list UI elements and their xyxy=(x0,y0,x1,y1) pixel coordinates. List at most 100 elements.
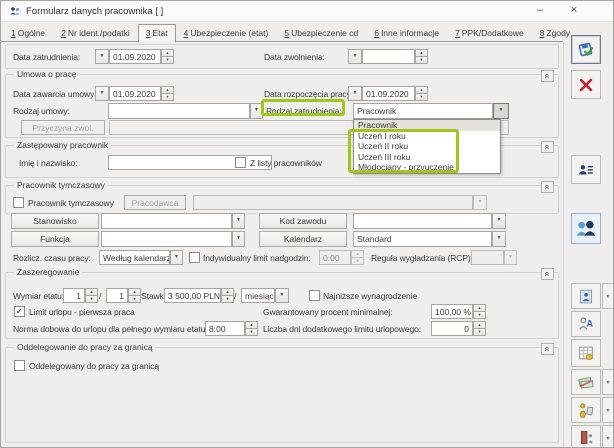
dropdown-option[interactable]: Uczeń II roku xyxy=(354,141,500,152)
money-button[interactable] xyxy=(571,369,601,395)
data-zawarcia-input[interactable]: 01.09.2020 xyxy=(109,86,161,101)
exit-door-icon xyxy=(578,429,595,446)
kod-zawodu-dropdown-button[interactable] xyxy=(492,213,506,229)
wymiar-mianownik-input[interactable]: 1 xyxy=(106,288,128,303)
gwarantowany-procent-label: Gwarantowany procent minimalnej: xyxy=(263,307,393,317)
calendar-grid-button[interactable] xyxy=(571,339,601,367)
data-zatrudnienia-spinner[interactable] xyxy=(161,49,174,64)
kalendarz-combo-input[interactable]: Standard xyxy=(353,231,492,247)
data-zawarcia-calendar-button[interactable] xyxy=(95,86,109,101)
rodzaj-umowy-combo-input[interactable] xyxy=(108,103,250,119)
zastepowany-collapse-button[interactable] xyxy=(541,141,554,153)
stanowisko-button[interactable]: Stanowisko xyxy=(11,213,99,229)
liczba-dni-input[interactable]: 0 xyxy=(431,321,473,336)
funkcja-dropdown-button[interactable] xyxy=(232,231,245,247)
photo-dropdown-button[interactable] xyxy=(602,283,614,309)
employee-form-window: Formularz danych pracownika [ ] – × 1Ogó… xyxy=(0,0,614,448)
employee-docs-button[interactable] xyxy=(571,397,601,423)
najnizsze-wynagrodzenie-label: Najniższe wynagrodzenie xyxy=(323,291,417,301)
data-zatrudnienia-input[interactable]: 01.09.2020 xyxy=(109,49,161,64)
z-listy-checkbox[interactable] xyxy=(235,157,246,168)
limit-nadgodzin-spinner xyxy=(351,250,364,265)
rodzaj-umowy-dropdown-button[interactable] xyxy=(250,103,263,119)
minimize-button[interactable]: – xyxy=(529,3,551,19)
cancel-button[interactable] xyxy=(571,70,601,99)
tab-label: Inne informacje xyxy=(381,28,439,38)
stanowisko-dropdown-button[interactable] xyxy=(232,213,245,229)
data-rozpoczecia-spinner[interactable] xyxy=(415,86,428,101)
person-letter-button[interactable]: A xyxy=(571,311,601,337)
rodzaj-zatrudnienia-dropdown-list: Pracownik Uczeń I roku Uczeń II roku Ucz… xyxy=(353,119,501,174)
data-zatrudnienia-calendar-button[interactable] xyxy=(95,49,109,64)
rodzaj-zatrudnienia-combo-input[interactable]: Pracownik xyxy=(353,103,493,119)
pracownik-tymczasowy-checkbox[interactable] xyxy=(13,197,24,208)
funkcja-button[interactable]: Funkcja xyxy=(11,231,99,247)
stawka-okres-dropdown-button[interactable] xyxy=(275,288,289,303)
kalendarz-button[interactable]: Kalendarz xyxy=(259,231,347,247)
dropdown-option[interactable]: Uczeń I roku xyxy=(354,131,500,142)
tab-ogolne[interactable]: 1Ogólne xyxy=(3,24,53,42)
dropdown-option[interactable]: Młodociany - przyuczenie xyxy=(354,162,500,173)
liczba-dni-spinner[interactable] xyxy=(473,321,486,336)
rozlicz-dropdown-button[interactable] xyxy=(170,250,183,265)
photo-icon xyxy=(578,288,595,305)
data-zwolnienia-calendar-button[interactable] xyxy=(348,49,362,64)
indywidualny-limit-checkbox[interactable] xyxy=(189,252,200,263)
stawka-spinner[interactable] xyxy=(221,288,234,303)
wymiar-mianownik-spinner[interactable] xyxy=(128,288,141,303)
wymiar-licznik-input[interactable]: 1 xyxy=(63,288,85,303)
money-dropdown-button[interactable] xyxy=(602,369,614,395)
rozlicz-combo-input[interactable]: Według kalendarza xyxy=(99,250,170,265)
oddelegowany-checkbox[interactable] xyxy=(14,360,25,371)
norma-dobowa-spinner[interactable] xyxy=(245,321,258,336)
imie-nazwisko-input[interactable] xyxy=(108,155,272,170)
tab-ubezpieczenie-cd[interactable]: 5Ubezpieczenie cd xyxy=(276,24,366,42)
oddelegowanie-collapse-button[interactable] xyxy=(541,343,554,355)
employee-docs-dropdown-button[interactable] xyxy=(602,397,614,423)
norma-dobowa-input[interactable]: 8:00 xyxy=(205,321,245,336)
dropdown-option[interactable]: Uczeń III roku xyxy=(354,152,500,163)
rodzaj-zatrudnienia-dropdown-button[interactable] xyxy=(493,103,509,119)
zaszeregowanie-collapse-button[interactable] xyxy=(541,268,554,280)
stanowisko-combo-input[interactable] xyxy=(101,213,232,229)
umowa-collapse-button[interactable] xyxy=(541,70,554,82)
tab-inne-informacje[interactable]: 6Inne informacje xyxy=(366,24,447,42)
stawka-separator: / xyxy=(234,291,236,301)
tab-zgody[interactable]: 8Zgody xyxy=(532,24,578,42)
close-button[interactable]: × xyxy=(563,3,585,19)
data-zwolnienia-input[interactable] xyxy=(362,49,415,64)
pracodawca-button: Pracodawca xyxy=(124,195,186,210)
tab-etat[interactable]: 3Etat xyxy=(138,24,176,43)
kod-zawodu-button[interactable]: Kod zawodu xyxy=(259,213,347,229)
funkcja-combo-input[interactable] xyxy=(101,231,232,247)
data-rozpoczecia-calendar-button[interactable] xyxy=(348,86,362,101)
data-rozpoczecia-label: Data rozpoczęcia pracy: xyxy=(264,89,353,99)
data-zawarcia-label: Data zawarcia umowy: xyxy=(13,89,97,99)
przyczyna-zwolnienia-button: Przyczyna zwol. xyxy=(21,120,105,135)
data-zawarcia-spinner[interactable] xyxy=(161,86,174,101)
regula-combo-input xyxy=(471,250,504,265)
najnizsze-wynagrodzenie-checkbox[interactable] xyxy=(309,290,320,301)
photo-button[interactable] xyxy=(571,283,601,309)
wymiar-licznik-spinner[interactable] xyxy=(85,288,98,303)
stawka-okres-combo-input[interactable]: miesiąc xyxy=(241,288,275,303)
tab-nr-ident-podatki[interactable]: 2Nr ident./podatki xyxy=(53,24,138,42)
stawka-input[interactable]: 3 500,00 PLN xyxy=(164,288,221,303)
tab-ubezpieczenie-etat[interactable]: 4Ubezpieczenie (etat) xyxy=(176,24,277,42)
data-zwolnienia-spinner[interactable] xyxy=(415,49,428,64)
limit-urlopu-checkbox[interactable] xyxy=(14,306,25,317)
gwarantowany-procent-spinner[interactable] xyxy=(473,304,486,319)
people-button[interactable] xyxy=(571,213,601,244)
employee-docs-icon xyxy=(577,401,595,419)
kod-zawodu-combo-input[interactable] xyxy=(353,213,492,229)
data-rozpoczecia-input[interactable]: 01.09.2020 xyxy=(362,86,415,101)
employee-card-button[interactable] xyxy=(571,155,601,184)
kalendarz-dropdown-button[interactable] xyxy=(492,231,506,247)
tab-ppk-dodatkowe[interactable]: 7PPK/Dodatkowe xyxy=(447,24,532,42)
tymczasowy-collapse-button[interactable] xyxy=(541,181,554,193)
dropdown-option[interactable]: Pracownik xyxy=(354,120,500,131)
exit-door-button[interactable] xyxy=(571,425,601,448)
gwarantowany-procent-input[interactable]: 100,00 % xyxy=(431,304,473,319)
exit-door-dropdown-button[interactable] xyxy=(602,425,614,448)
tab-label: Nr ident./podatki xyxy=(68,28,130,38)
